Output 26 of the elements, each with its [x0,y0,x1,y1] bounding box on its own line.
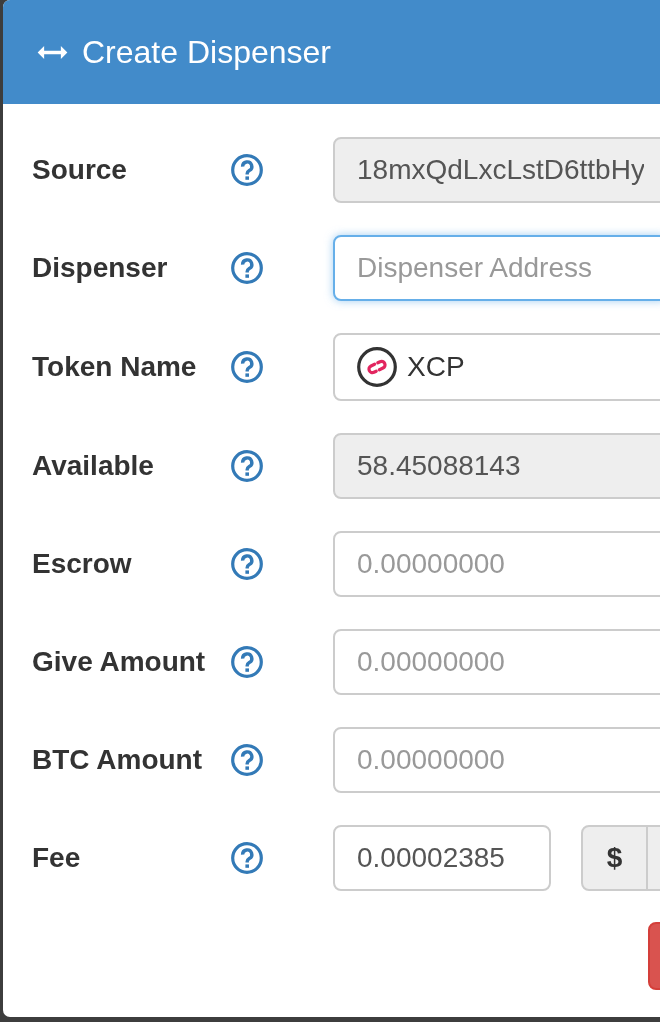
help-icon[interactable] [231,351,263,383]
input-field[interactable]: 0.00000000 [333,531,660,597]
help-icon[interactable] [231,154,263,186]
field-label: Available [32,449,155,483]
token-logo-icon [357,347,397,387]
dialog-title: Create Dispenser [82,32,331,72]
fee-input[interactable]: 0.00002385 [333,825,551,891]
help-icon[interactable] [231,548,263,580]
field-label: Escrow [32,547,133,581]
help-icon[interactable] [231,744,263,776]
input-field[interactable]: Dispenser Address [333,235,660,301]
field-label: Fee [32,841,82,875]
input-field[interactable]: 0.00000000 [333,629,660,695]
field-label: Give Amount [32,645,207,679]
help-icon[interactable] [231,450,263,482]
help-icon[interactable] [231,646,263,678]
help-icon[interactable] [231,252,263,284]
field-label: Source [32,153,128,187]
field-label: Token Name [32,350,198,384]
currency-button[interactable]: $ [581,825,648,891]
input-field[interactable]: 0.00000000 [333,727,660,793]
double-arrow-icon [37,45,68,59]
field-label: BTC Amount [32,743,204,777]
token-select[interactable]: XCP [333,333,660,401]
field-label: Dispenser [32,251,169,285]
help-icon[interactable] [231,842,263,874]
